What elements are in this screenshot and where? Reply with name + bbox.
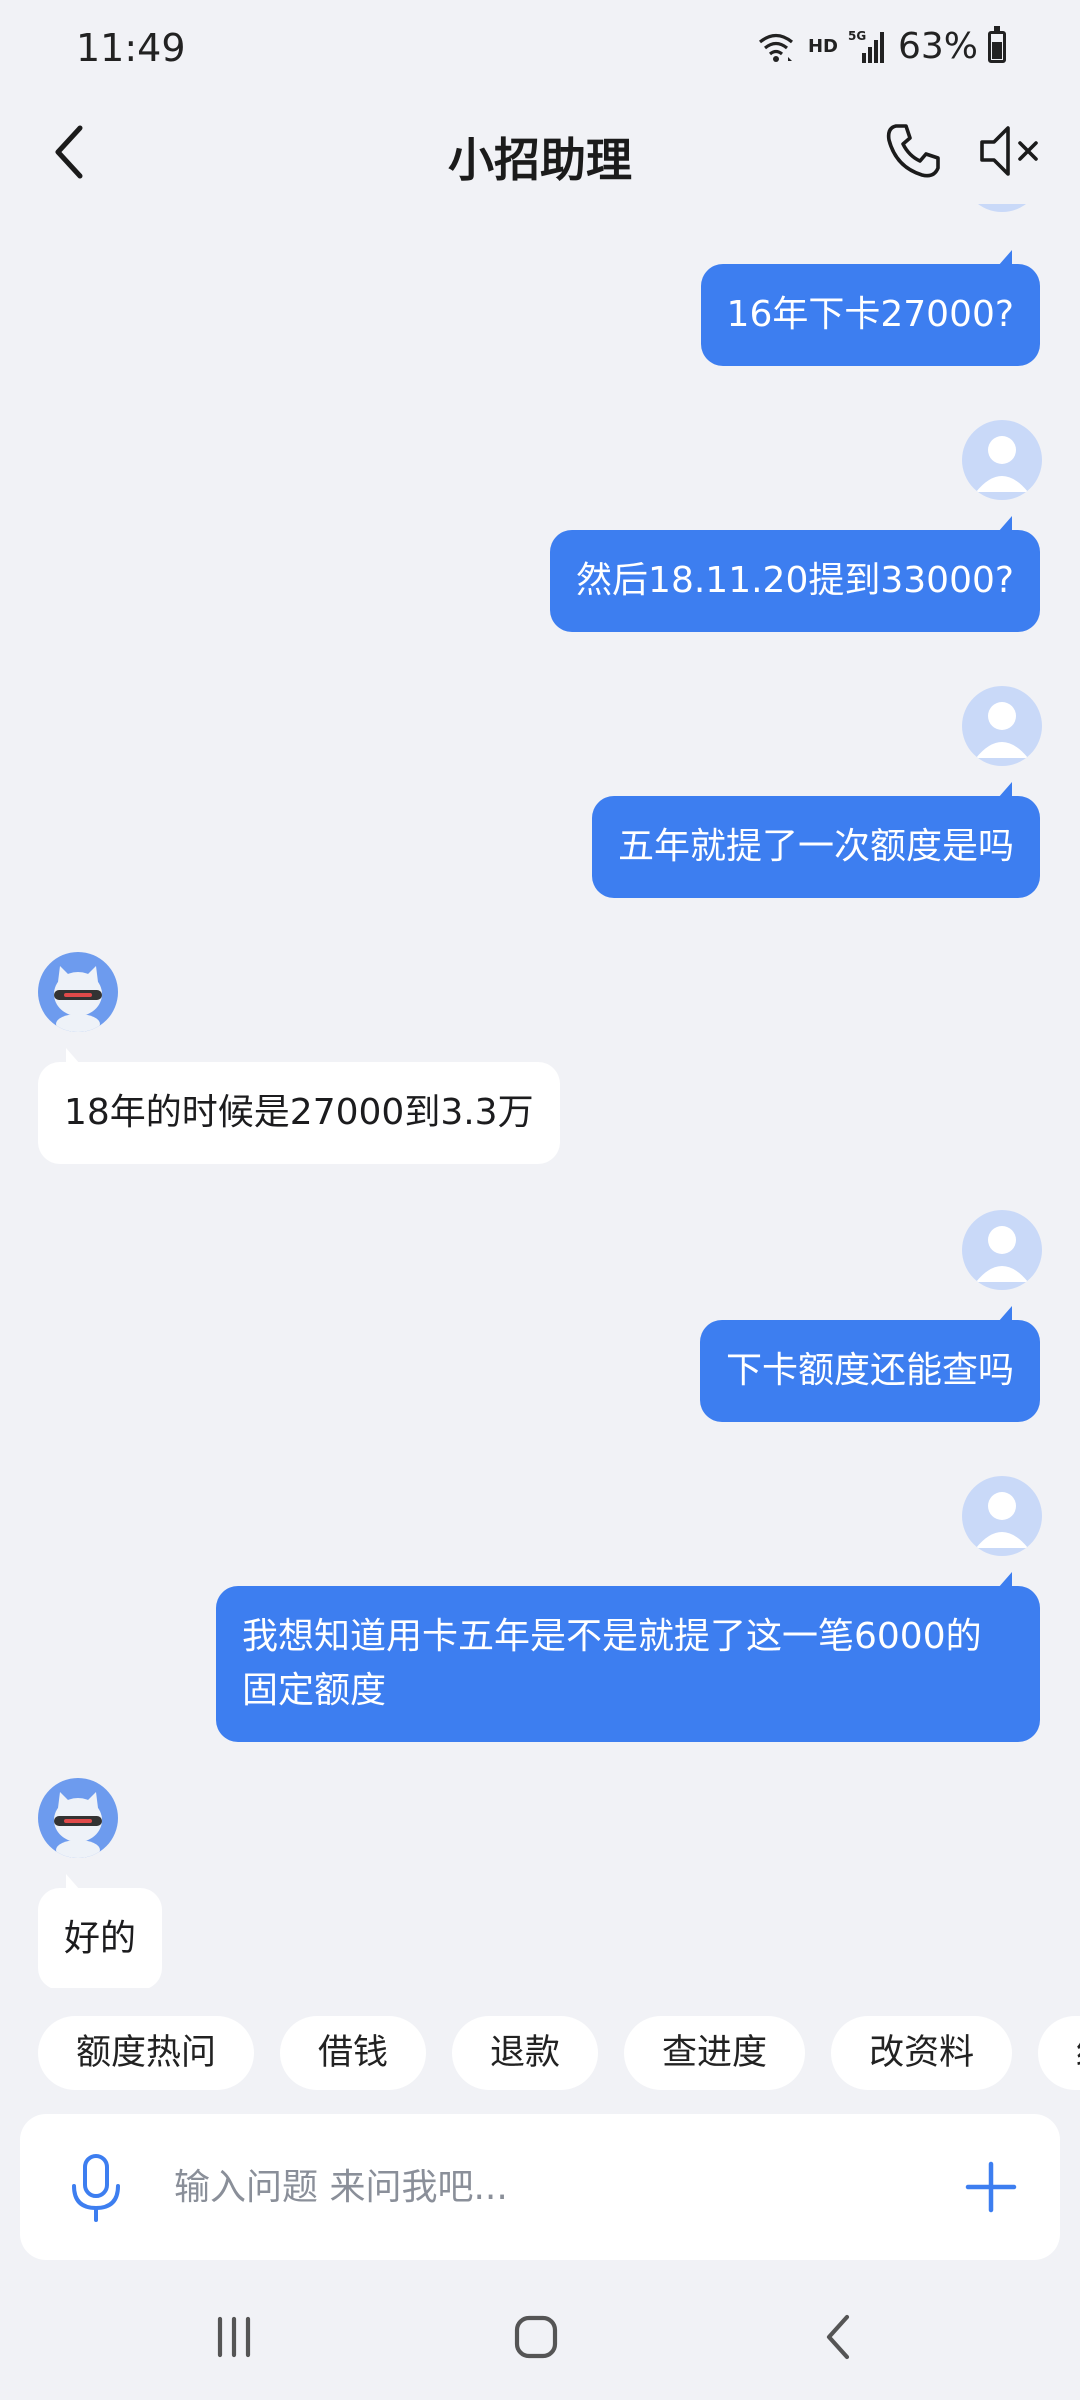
quick-reply-chip[interactable]: 额度热问 xyxy=(38,2016,255,2090)
quick-reply-bar[interactable]: 额度热问 借钱 退款 查进度 改资料 结 xyxy=(38,2016,1080,2094)
user-avatar xyxy=(962,686,1042,766)
message-input-bar xyxy=(20,2114,1060,2260)
message-bubble-user[interactable]: 然后18.11.20提到33000? xyxy=(550,516,1040,632)
message-input[interactable] xyxy=(174,2154,934,2220)
user-avatar xyxy=(962,420,1042,500)
recent-apps-button[interactable] xyxy=(194,2302,274,2372)
battery-icon xyxy=(988,25,1006,63)
network-hd-label: HD xyxy=(807,36,838,57)
system-nav-bar xyxy=(0,2280,1080,2400)
message-bubble-user[interactable]: 五年就提了一次额度是吗 xyxy=(591,782,1040,898)
recent-apps-icon xyxy=(217,2316,251,2358)
system-back-button[interactable] xyxy=(798,2302,878,2372)
user-avatar xyxy=(962,204,1042,212)
chat-list[interactable]: 16年下卡27000? 然后18.11.20提到33000? 五年就提了一次额度… xyxy=(0,204,1080,1988)
signal-type-label: 5G xyxy=(848,29,866,43)
back-icon xyxy=(826,2314,850,2360)
home-icon xyxy=(514,2315,558,2359)
speaker-muted-icon[interactable] xyxy=(978,122,1044,180)
status-icons: HD 5G 63% xyxy=(756,25,1006,67)
signal-icon: 5G xyxy=(848,29,884,63)
bot-avatar xyxy=(38,952,118,1032)
battery-percent: 63% xyxy=(897,26,978,67)
message-bubble-bot[interactable]: 18年的时候是27000到3.3万 xyxy=(38,1048,560,1164)
chat-header: 小招助理 xyxy=(0,100,1080,204)
message-bubble-user[interactable]: 下卡额度还能查吗 xyxy=(699,1306,1040,1422)
quick-reply-chip[interactable]: 改资料 xyxy=(831,2016,1013,2090)
user-avatar xyxy=(962,1476,1042,1556)
status-time: 11:49 xyxy=(76,26,186,70)
message-bubble-user[interactable]: 我想知道用卡五年是不是就提了这一笔6000的固定额度 xyxy=(216,1572,1040,1742)
message-bubble-user[interactable]: 16年下卡27000? xyxy=(700,250,1040,366)
quick-reply-chip[interactable]: 借钱 xyxy=(280,2016,427,2090)
battery-fill xyxy=(992,42,1002,59)
user-avatar xyxy=(962,1210,1042,1290)
wifi-icon xyxy=(758,33,793,62)
status-bar: 11:49 HD 5G 63% xyxy=(0,0,1080,100)
quick-reply-chip[interactable]: 退款 xyxy=(452,2016,599,2090)
home-button[interactable] xyxy=(496,2302,576,2372)
plus-icon[interactable] xyxy=(958,2154,1024,2220)
message-bubble-bot[interactable]: 好的 xyxy=(38,1874,163,1988)
microphone-icon[interactable] xyxy=(66,2152,126,2224)
phone-icon[interactable] xyxy=(882,120,944,182)
bot-avatar xyxy=(38,1778,118,1858)
quick-reply-chip[interactable]: 结 xyxy=(1038,2016,1080,2090)
quick-reply-chip[interactable]: 查进度 xyxy=(624,2016,806,2090)
